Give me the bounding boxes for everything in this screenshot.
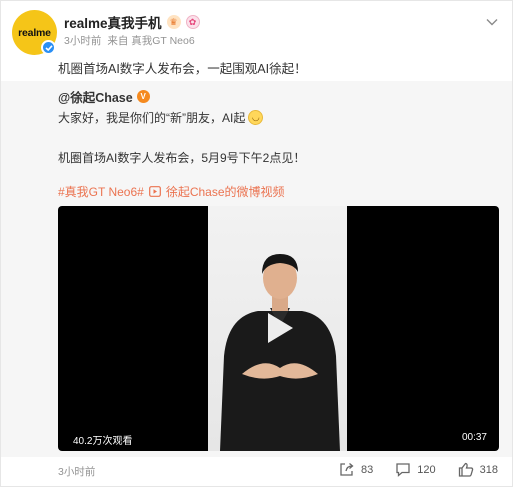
video-player[interactable]: 40.2万次观看 00:37 xyxy=(58,206,499,451)
video-link-icon xyxy=(148,186,161,197)
author-row: realme真我手机 ♛ ✿ xyxy=(64,12,200,32)
share-count: 83 xyxy=(361,463,374,476)
comment-count: 120 xyxy=(417,463,436,476)
chevron-down-icon[interactable] xyxy=(486,13,498,31)
repost-time[interactable]: 3小时前 xyxy=(58,464,95,479)
post-time[interactable]: 3小时前 xyxy=(64,33,101,48)
repost-user[interactable]: @徐起Chase V xyxy=(58,87,150,106)
hashtag-link[interactable]: #真我GT Neo6# xyxy=(58,183,144,200)
post-meta: 3小时前 来自 真我GT Neo6 xyxy=(64,33,195,48)
video-link[interactable]: 徐起Chase的微博视频 xyxy=(166,183,285,200)
verified-orange-icon: V xyxy=(136,90,150,103)
author-name[interactable]: realme真我手机 xyxy=(64,12,162,32)
smile-emoji-icon: ◡ xyxy=(248,110,264,125)
repost-line1-text: 大家好，我是你们的“新”朋友，AI起 xyxy=(58,111,246,125)
repost-links: #真我GT Neo6# 徐起Chase的微博视频 xyxy=(58,183,285,200)
crown-icon[interactable]: ♛ xyxy=(166,15,181,29)
like-count: 318 xyxy=(479,463,498,476)
share-icon xyxy=(340,463,354,476)
avatar-logo-text: realme xyxy=(18,26,51,39)
like-button[interactable]: 318 xyxy=(458,462,498,477)
verified-icon xyxy=(41,40,56,55)
fan-badge-icon[interactable]: ✿ xyxy=(185,15,200,29)
weibo-post-card: realme realme真我手机 ♛ ✿ 3小时前 来自 真我GT Neo6 … xyxy=(0,0,513,487)
video-duration: 00:37 xyxy=(461,432,487,443)
repost-username[interactable]: @徐起Chase xyxy=(58,87,133,106)
thumbs-up-icon xyxy=(458,462,473,477)
repost-text-line: 机圈首场AI数字人发布会，5月9号下午2点见！ xyxy=(58,151,306,165)
comment-button[interactable]: 120 xyxy=(395,462,436,477)
comment-icon xyxy=(396,463,410,477)
repost-box[interactable]: @徐起Chase V 大家好，我是你们的“新”朋友，AI起 ◡ 机圈首场AI数字… xyxy=(1,81,512,457)
post-source: 来自 真我GT Neo6 xyxy=(107,35,195,47)
repost-text-line: 大家好，我是你们的“新”朋友，AI起 ◡ xyxy=(58,109,264,126)
post-footer: 3小时前 83 120 318 xyxy=(1,457,512,487)
play-icon[interactable] xyxy=(265,311,295,345)
video-view-count: 40.2万次观看 xyxy=(73,436,133,447)
share-button[interactable]: 83 xyxy=(339,462,373,477)
action-bar: 83 120 318 xyxy=(339,462,498,477)
post-text: 机圈首场AI数字人发布会，一起围观AI徐起！ xyxy=(58,62,307,76)
